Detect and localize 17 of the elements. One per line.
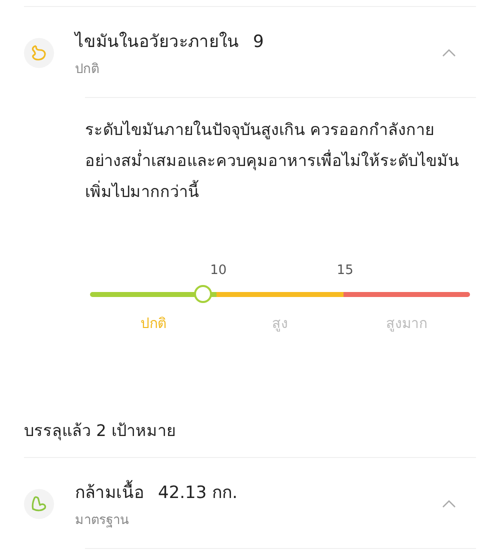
metric-status: มาตรฐาน bbox=[75, 512, 130, 530]
metric-status: ปกติ bbox=[75, 61, 100, 79]
metric-value: 9 bbox=[253, 32, 264, 52]
range-label: ปกติ bbox=[139, 315, 168, 334]
stomach-icon bbox=[30, 44, 48, 62]
section-title: บรรลุแล้ว 2 เป้าหมาย bbox=[23, 420, 176, 442]
description-text: ระดับไขมันภายในปัจจุบันสูงเกิน ควรออกกำลังกายอย่างสม่ำเสมอและควบคุมอาหารเพื่อไม่ให้ระดับไขมันเพิ่มไปมากกว่านี้ bbox=[84, 119, 460, 203]
range-label: สูง bbox=[271, 315, 289, 334]
flexed-arm-icon bbox=[30, 495, 48, 513]
tick-label: 15 bbox=[336, 263, 354, 278]
collapse-chevron-icon[interactable] bbox=[442, 49, 456, 57]
collapse-chevron-icon[interactable] bbox=[442, 500, 456, 508]
metric-name: กล้ามเนื้อ bbox=[75, 478, 144, 505]
range-label: สูงมาก bbox=[385, 315, 428, 334]
metric-name: ไขมันในอวัยวะภายใน bbox=[75, 30, 239, 54]
metric-value: 42.13 กก. bbox=[158, 482, 238, 505]
tick-label: 10 bbox=[210, 263, 227, 278]
